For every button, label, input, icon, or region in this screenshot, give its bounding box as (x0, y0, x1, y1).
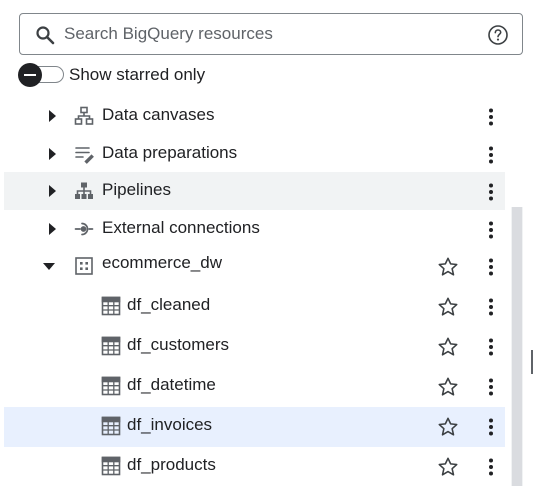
expand-arrow-icon[interactable] (44, 108, 60, 124)
expand-arrow-icon[interactable] (44, 146, 60, 162)
data-preparation-icon (74, 144, 94, 164)
more-options-icon[interactable] (481, 181, 501, 203)
star-icon[interactable] (437, 256, 459, 278)
star-icon[interactable] (437, 376, 459, 398)
more-options-icon[interactable] (481, 144, 501, 166)
tree-item-label: df_products (127, 455, 216, 474)
table-icon (101, 296, 121, 316)
vertical-scrollbar[interactable] (511, 207, 523, 486)
table-icon (101, 376, 121, 396)
tree-item-label: df_customers (127, 335, 230, 354)
tree-row-data-canvases[interactable]: Data canvases (4, 97, 505, 135)
show-starred-toggle[interactable] (18, 63, 64, 87)
search-box[interactable] (19, 13, 523, 55)
star-icon[interactable] (437, 456, 459, 478)
search-icon (35, 25, 55, 45)
more-options-icon[interactable] (481, 456, 501, 478)
tree-row-table[interactable]: df_invoices (4, 407, 505, 447)
more-options-icon[interactable] (481, 256, 501, 278)
tree-item-label: df_datetime (127, 375, 216, 394)
tree-item-label: Data canvases (102, 105, 215, 124)
tree-row-table[interactable]: df_customers (4, 327, 505, 365)
tree-row-external-connections[interactable]: External connections (4, 210, 505, 248)
data-canvas-icon (74, 106, 94, 126)
tree-item-label: Data preparations (102, 143, 238, 162)
external-connection-icon (74, 219, 94, 239)
more-options-icon[interactable] (481, 416, 501, 438)
help-circle-icon[interactable] (487, 24, 509, 46)
expand-arrow-icon[interactable] (44, 221, 60, 237)
tree-row-table[interactable]: df_products (4, 447, 505, 485)
tree-row-table[interactable]: df_cleaned (4, 287, 505, 325)
table-icon (101, 456, 121, 476)
tree-row-dataset[interactable]: ecommerce_dw (4, 247, 505, 285)
table-icon (101, 416, 121, 436)
star-icon[interactable] (437, 296, 459, 318)
table-icon (101, 336, 121, 356)
search-input[interactable] (60, 21, 488, 47)
tree-item-label: df_cleaned (127, 295, 211, 314)
star-icon[interactable] (437, 416, 459, 438)
tree-item-label: Pipelines (102, 180, 171, 199)
scrollbar-thumb[interactable] (512, 207, 522, 486)
expand-arrow-icon[interactable] (44, 183, 60, 199)
more-options-icon[interactable] (481, 106, 501, 128)
dataset-icon (74, 256, 94, 276)
pipelines-icon (74, 181, 94, 201)
tree-item-label: External connections (102, 218, 260, 237)
collapse-arrow-icon[interactable] (41, 258, 57, 274)
show-starred-label: Show starred only (69, 65, 206, 84)
tree-row-data-preparations[interactable]: Data preparations (4, 135, 505, 173)
more-options-icon[interactable] (481, 219, 501, 241)
tree-item-label: df_invoices (127, 415, 213, 434)
tree-item-label: ecommerce_dw (102, 253, 222, 272)
star-icon[interactable] (437, 336, 459, 358)
toggle-knob (18, 63, 42, 87)
more-options-icon[interactable] (481, 296, 501, 318)
more-options-icon[interactable] (481, 336, 501, 358)
more-options-icon[interactable] (481, 376, 501, 398)
tree-row-table[interactable]: df_datetime (4, 367, 505, 405)
tree-row-pipelines[interactable]: Pipelines (4, 172, 505, 210)
